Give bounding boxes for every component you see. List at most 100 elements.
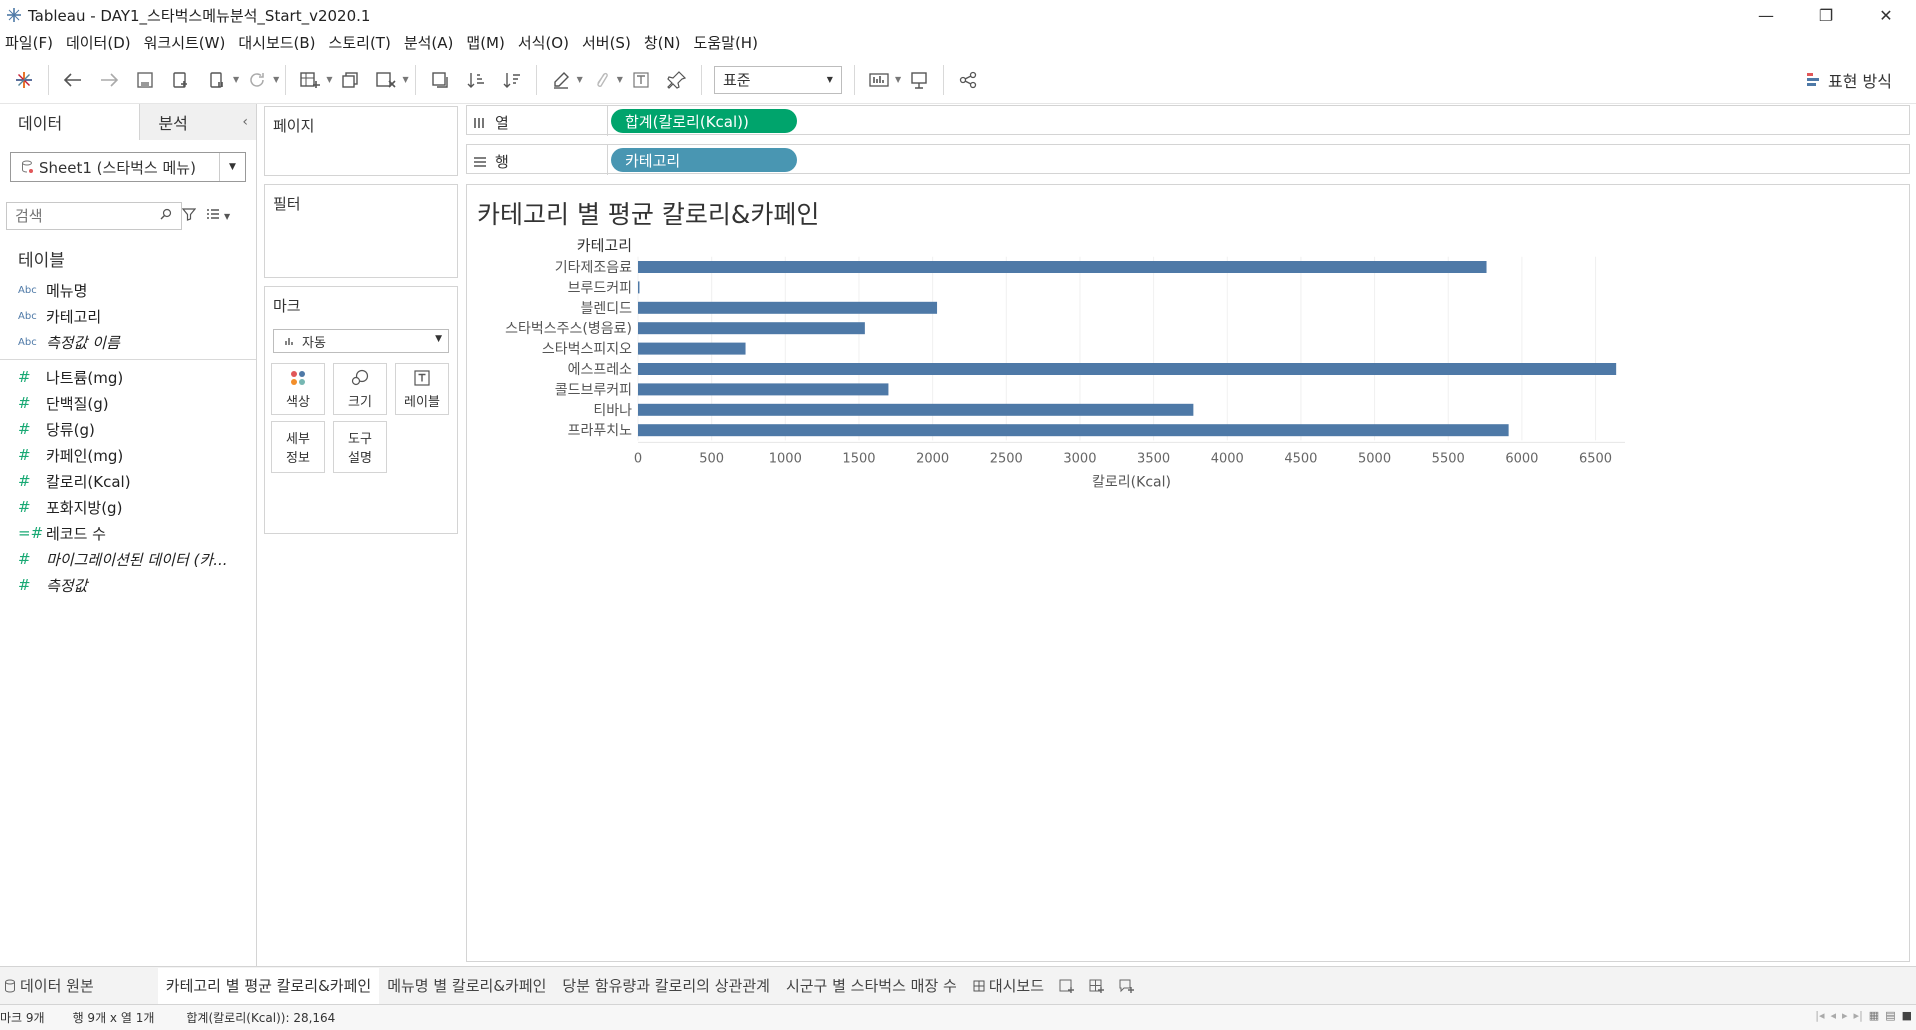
- menu-file[interactable]: 파일(F): [0, 32, 61, 53]
- refresh-icon[interactable]: [243, 64, 271, 96]
- new-worksheet-tab-icon[interactable]: [1052, 968, 1082, 1004]
- filter-icon[interactable]: [181, 207, 197, 225]
- menu-data[interactable]: 데이터(D): [61, 32, 139, 53]
- datasource-select[interactable]: Sheet1 (스타벅스 메뉴) ▼: [10, 152, 246, 182]
- new-worksheet-icon[interactable]: [296, 64, 324, 96]
- chevron-down-icon[interactable]: ▼: [402, 75, 408, 84]
- field-measure[interactable]: # 포화지방(g): [0, 494, 256, 520]
- tab-sheet-menu[interactable]: 메뉴명 별 칼로리&카페인: [379, 968, 554, 1004]
- menu-help[interactable]: 도움말(H): [689, 32, 766, 53]
- menu-server[interactable]: 서버(S): [577, 32, 639, 53]
- previous-page-icon[interactable]: ◂: [1830, 1009, 1836, 1022]
- tableau-home-icon[interactable]: [10, 64, 38, 96]
- field-measure[interactable]: # 단백질(g): [0, 390, 256, 416]
- minimize-button[interactable]: —: [1736, 0, 1796, 30]
- clear-sheet-icon[interactable]: [372, 64, 400, 96]
- columns-shelf[interactable]: 열 합계(칼로리(Kcal)): [466, 105, 1910, 136]
- menu-analysis[interactable]: 분석(A): [399, 32, 462, 53]
- tab-sheet-stores[interactable]: 시군구 별 스타벅스 매장 수: [778, 968, 965, 1004]
- new-story-tab-icon[interactable]: [1112, 968, 1142, 1004]
- share-icon[interactable]: [954, 64, 982, 96]
- tab-data-source[interactable]: 데이터 원본: [0, 968, 102, 1004]
- field-measure[interactable]: # 마이그레이션된 데이터 (카...: [0, 546, 256, 572]
- collapse-pane-icon[interactable]: ‹: [242, 114, 248, 130]
- menu-format[interactable]: 서식(O): [513, 32, 577, 53]
- new-datasource-icon[interactable]: [167, 64, 195, 96]
- show-cards-icon[interactable]: [865, 64, 893, 96]
- bar-chart: 카테고리기타제조음료브루드커피블렌디드스타벅스주스(병음료) 스타벅스피지오에스프…: [505, 237, 1625, 490]
- fix-axes-pin-icon[interactable]: [663, 64, 691, 96]
- chevron-down-icon[interactable]: ▼: [273, 75, 279, 84]
- tab-dashboard[interactable]: 대시보드: [965, 968, 1052, 1004]
- tab-analysis[interactable]: 분석 ‹: [139, 104, 256, 140]
- chevron-down-icon[interactable]: ▼: [617, 75, 623, 84]
- x-tick-label: 6000: [1505, 451, 1538, 466]
- tooltip-button[interactable]: 도구 설명: [333, 421, 387, 473]
- field-measure[interactable]: # 카페인(mg): [0, 442, 256, 468]
- filmstrip-view-icon[interactable]: ▤: [1885, 1009, 1895, 1022]
- detail-button[interactable]: 세부 정보: [271, 421, 325, 473]
- restore-button[interactable]: ❐: [1796, 0, 1856, 30]
- category-label: 스타벅스주스(병음료): [505, 321, 632, 337]
- grid-view-icon[interactable]: ▦: [1869, 1009, 1879, 1022]
- sort-descending-icon[interactable]: [498, 64, 526, 96]
- chevron-down-icon[interactable]: ▼: [224, 212, 230, 221]
- color-button[interactable]: 색상: [271, 363, 325, 415]
- columns-pill[interactable]: 합계(칼로리(Kcal)): [611, 109, 797, 133]
- chevron-down-icon[interactable]: ▼: [895, 75, 901, 84]
- chevron-down-icon[interactable]: ▼: [326, 75, 332, 84]
- tab-data[interactable]: 데이터: [0, 104, 140, 140]
- show-mark-labels-icon[interactable]: [627, 64, 655, 96]
- chevron-down-icon[interactable]: ▼: [577, 75, 583, 84]
- close-button[interactable]: ✕: [1856, 0, 1916, 30]
- field-name: 나트륨(mg): [46, 368, 124, 387]
- rows-pill[interactable]: 카테고리: [611, 148, 797, 172]
- menu-window[interactable]: 창(N): [639, 32, 689, 53]
- menu-map[interactable]: 맵(M): [461, 32, 512, 53]
- size-label: 크기: [348, 394, 372, 410]
- menu-story[interactable]: 스토리(T): [324, 32, 399, 53]
- field-dimension[interactable]: Abc 카테고리: [0, 303, 256, 329]
- menu-dashboard[interactable]: 대시보드(B): [233, 32, 323, 53]
- size-button[interactable]: 크기: [333, 363, 387, 415]
- next-page-icon[interactable]: ▸: [1842, 1009, 1848, 1022]
- field-measure[interactable]: =# 레코드 수: [0, 520, 256, 546]
- new-dashboard-tab-icon[interactable]: [1082, 968, 1112, 1004]
- field-dimension[interactable]: Abc 메뉴명: [0, 277, 256, 303]
- highlight-icon[interactable]: [547, 64, 575, 96]
- rows-shelf[interactable]: 행 카테고리: [466, 144, 1910, 175]
- last-page-icon[interactable]: ▸|: [1854, 1009, 1863, 1022]
- swap-rows-columns-icon[interactable]: [426, 64, 454, 96]
- detail-label-1: 세부: [286, 432, 310, 447]
- view-options-icon[interactable]: [206, 208, 220, 224]
- field-dimension[interactable]: Abc 측정값 이름: [0, 329, 256, 355]
- pages-card[interactable]: 페이지: [264, 106, 458, 176]
- filters-card[interactable]: 필터: [264, 184, 458, 278]
- field-measure[interactable]: # 당류(g): [0, 416, 256, 442]
- tab-sheet-sugar[interactable]: 당분 함유량과 칼로리의 상관관계: [554, 968, 778, 1004]
- field-measure[interactable]: # 나트륨(mg): [0, 364, 256, 390]
- first-page-icon[interactable]: |◂: [1815, 1009, 1824, 1022]
- sheet-tabs-bar: 데이터 원본 카테고리 별 평균 칼로리&카페인 메뉴명 별 칼로리&카페인 당…: [0, 966, 1916, 1004]
- duplicate-sheet-icon[interactable]: [336, 64, 364, 96]
- redo-icon[interactable]: [95, 64, 123, 96]
- label-button[interactable]: 레이블: [395, 363, 449, 415]
- save-icon[interactable]: [131, 64, 159, 96]
- mark-type-select[interactable]: 자동 ▼: [273, 329, 449, 353]
- chevron-down-icon[interactable]: ▼: [233, 75, 239, 84]
- presentation-mode-icon[interactable]: [905, 64, 933, 96]
- tabs-view-icon[interactable]: ■: [1902, 1009, 1912, 1022]
- undo-icon[interactable]: [59, 64, 87, 96]
- fit-select[interactable]: 표준 ▼: [713, 65, 842, 94]
- tab-sheet-category[interactable]: 카테고리 별 평균 칼로리&카페인: [157, 967, 380, 1004]
- detail-label-2: 정보: [286, 451, 310, 466]
- sort-ascending-icon[interactable]: [462, 64, 490, 96]
- show-me-button[interactable]: 표현 방식: [1806, 68, 1892, 92]
- group-members-icon[interactable]: [587, 64, 615, 96]
- pause-updates-icon[interactable]: [203, 64, 231, 96]
- search-icon[interactable]: [160, 208, 172, 224]
- field-measure[interactable]: # 칼로리(Kcal): [0, 468, 256, 494]
- search-input[interactable]: [6, 202, 182, 230]
- menu-worksheet[interactable]: 워크시트(W): [139, 32, 234, 53]
- field-measure[interactable]: # 측정값: [0, 572, 256, 598]
